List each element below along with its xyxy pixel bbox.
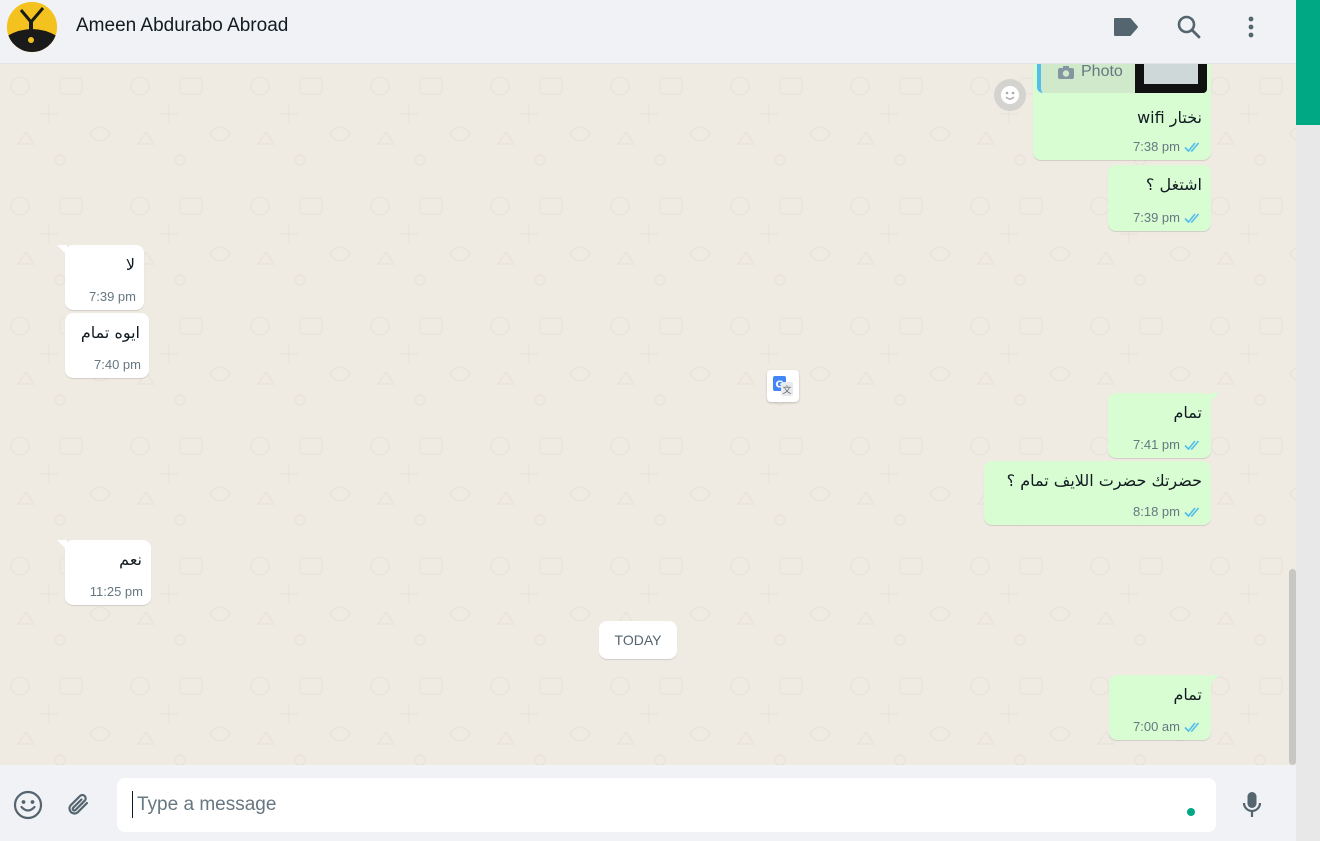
- message-list[interactable]: Photo نختار wifi 7:38 pm اشتغل ؟ 7:39 pm…: [0, 64, 1296, 765]
- message-text: نعم: [119, 550, 142, 569]
- chat-header: Ameen Abdurabo Abroad: [0, 0, 1296, 64]
- message-text: لا: [125, 255, 135, 274]
- label-icon[interactable]: [1111, 12, 1141, 42]
- status-dot: [1187, 808, 1195, 816]
- message-meta: 7:00 am: [1133, 719, 1202, 734]
- side-panel-accent: [1296, 0, 1320, 125]
- message-time: 7:39 pm: [1133, 210, 1180, 225]
- bubble-tail: [57, 245, 67, 255]
- attach-icon[interactable]: [62, 788, 96, 822]
- message-bubble-outgoing[interactable]: اشتغل ؟ 7:39 pm: [1108, 165, 1211, 231]
- react-emoji-icon[interactable]: [994, 79, 1026, 111]
- message-meta: 7:39 pm: [89, 289, 136, 304]
- contact-name[interactable]: Ameen Abdurabo Abroad: [76, 15, 288, 37]
- date-divider: TODAY: [599, 621, 677, 659]
- message-meta: 8:18 pm: [1133, 504, 1202, 519]
- message-time: 7:41 pm: [1133, 437, 1180, 452]
- read-receipt-icon: [1184, 212, 1200, 223]
- microphone-icon[interactable]: [1235, 788, 1269, 822]
- message-text: ايوه تمام: [80, 323, 140, 342]
- bubble-tail: [57, 540, 67, 550]
- message-meta: 7:38 pm: [1133, 139, 1202, 154]
- bubble-tail: [1209, 393, 1219, 403]
- message-text: تمام: [1173, 685, 1202, 704]
- quoted-photo-reply[interactable]: Photo: [1037, 64, 1207, 93]
- message-time: 8:18 pm: [1133, 504, 1180, 519]
- message-meta: 11:25 pm: [90, 584, 143, 599]
- message-list-scrollbar[interactable]: [1289, 569, 1296, 765]
- svg-text:文: 文: [782, 384, 791, 396]
- message-time: 7:38 pm: [1133, 139, 1180, 154]
- chat-wallpaper: [0, 64, 1296, 765]
- message-text: اشتغل ؟: [1145, 175, 1202, 194]
- message-bubble-outgoing[interactable]: Photo نختار wifi 7:38 pm: [1033, 64, 1211, 160]
- more-vertical-icon[interactable]: [1236, 12, 1266, 42]
- message-text: حضرتك حضرت اللايف تمام ؟: [1006, 471, 1202, 490]
- search-icon[interactable]: [1174, 12, 1204, 42]
- message-time: 7:00 am: [1133, 719, 1180, 734]
- bubble-tail: [1209, 675, 1219, 685]
- read-receipt-icon: [1184, 721, 1200, 732]
- message-bubble-outgoing[interactable]: تمام 7:00 am: [1109, 675, 1219, 740]
- message-bubble-outgoing[interactable]: حضرتك حضرت اللايف تمام ؟ 8:18 pm: [984, 461, 1211, 525]
- message-text: نختار wifi: [1137, 108, 1202, 127]
- message-bubble-incoming[interactable]: نعم 11:25 pm: [57, 540, 151, 605]
- composer-bar: [0, 765, 1296, 841]
- message-meta: 7:39 pm: [1133, 210, 1202, 225]
- message-time: 7:39 pm: [89, 289, 136, 304]
- message-bubble-incoming[interactable]: ايوه تمام 7:40 pm: [65, 313, 149, 378]
- read-receipt-icon: [1184, 141, 1200, 152]
- message-text: تمام: [1173, 403, 1202, 422]
- message-bubble-incoming[interactable]: لا 7:39 pm: [57, 245, 144, 310]
- message-input[interactable]: [117, 778, 1216, 832]
- message-bubble-outgoing[interactable]: تمام 7:41 pm: [1108, 393, 1219, 458]
- read-receipt-icon: [1184, 506, 1200, 517]
- message-meta: 7:41 pm: [1133, 437, 1202, 452]
- translate-icon[interactable]: G文: [767, 370, 799, 402]
- quoted-photo-label: Photo: [1057, 64, 1123, 81]
- message-meta: 7:40 pm: [94, 357, 141, 372]
- read-receipt-icon: [1184, 439, 1200, 450]
- message-time: 7:40 pm: [94, 357, 141, 372]
- message-time: 11:25 pm: [89, 584, 143, 599]
- text-caret: [132, 791, 133, 818]
- side-panel-edge: [1296, 0, 1320, 841]
- camera-icon: [1058, 65, 1074, 79]
- contact-avatar[interactable]: [7, 2, 57, 52]
- quoted-photo-thumbnail: [1135, 64, 1207, 93]
- emoji-icon[interactable]: [11, 788, 45, 822]
